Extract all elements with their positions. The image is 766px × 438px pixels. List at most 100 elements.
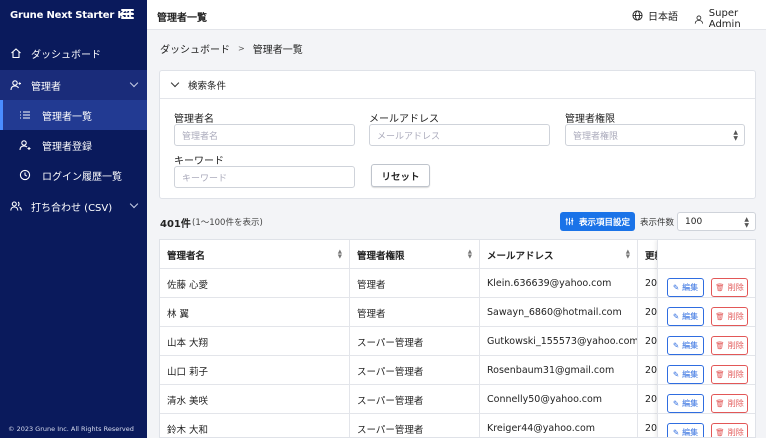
trash-icon: 🗑	[715, 283, 725, 292]
cell-email: Klein.636639@yahoo.com	[487, 278, 612, 289]
delete-button[interactable]: 🗑 削除	[711, 365, 748, 384]
sliders-icon	[565, 217, 574, 226]
email-label: メールアドレス	[369, 114, 439, 125]
pencil-icon: ✎	[672, 399, 680, 408]
cell-email: Connelly50@yahoo.com	[487, 394, 603, 405]
sidebar-item-label: 打ち合わせ (CSV)	[31, 202, 113, 214]
cell-role: スーパー管理者	[357, 366, 424, 378]
copyright: © 2023 Grune Inc. All Rights Reserved	[8, 425, 134, 433]
search-panel-title: 検索条件	[188, 80, 227, 92]
result-count: 401件	[160, 219, 191, 230]
cell-email: Rosenbaum31@gmail.com	[487, 365, 615, 376]
cell-role: 管理者	[357, 279, 386, 291]
cell-email: Gutkowski_155573@yahoo.com	[487, 336, 637, 347]
sidebar-item-dashboard[interactable]: ダッシュボード	[0, 38, 147, 68]
select-arrows-icon: ▲ ▼	[744, 216, 749, 229]
cell-name: 佐藤 心愛	[167, 279, 209, 291]
page-title: 管理者一覧	[157, 13, 207, 24]
list-icon	[19, 109, 31, 121]
reset-button[interactable]: リセット	[371, 164, 430, 187]
cell-name: 山口 莉子	[167, 366, 209, 378]
column-header-updated[interactable]: 更新	[638, 240, 658, 269]
role-select-placeholder: 管理者権限	[573, 131, 619, 142]
keyword-label: キーワード	[174, 156, 224, 167]
email-input[interactable]: メールアドレス	[369, 124, 550, 146]
breadcrumb: ダッシュボード > 管理者一覧	[160, 41, 303, 56]
cell-updated: 202	[645, 423, 658, 434]
globe-icon	[632, 10, 643, 21]
display-settings-label: 表示項目設定	[578, 217, 630, 228]
chevron-down-icon	[170, 78, 180, 88]
name-label: 管理者名	[174, 114, 214, 125]
pencil-icon: ✎	[672, 341, 680, 350]
cell-name: 林 翼	[167, 308, 190, 320]
sidebar-item-label: 管理者	[31, 81, 61, 93]
role-select[interactable]: 管理者権限 ▲ ▼	[565, 124, 745, 146]
user-add-icon	[19, 139, 31, 151]
cell-updated: 202	[645, 365, 658, 376]
column-header-email[interactable]: メールアドレス ▲ ▼	[480, 240, 637, 269]
trash-icon: 🗑	[715, 428, 725, 437]
sidebar-item-admin-list[interactable]: 管理者一覧	[0, 100, 147, 130]
sidebar-item-admin-register[interactable]: 管理者登録	[0, 130, 147, 160]
column-header-name[interactable]: 管理者名 ▲ ▼	[160, 240, 349, 269]
hamburger-menu-icon[interactable]	[121, 9, 134, 19]
breadcrumb-current: 管理者一覧	[252, 45, 303, 56]
sidebar-item-admin[interactable]: 管理者	[0, 70, 147, 100]
pencil-icon: ✎	[672, 312, 680, 321]
sidebar-item-label: 管理者登録	[42, 141, 92, 153]
delete-button[interactable]: 🗑 削除	[711, 307, 748, 326]
actions-column: ✎ 編集 🗑 削除 ✎ 編集 🗑 削除 ✎ 編集 🗑 削除 ✎ 編集 🗑 削除 ✎ 編集 🗑 削除 …	[657, 240, 755, 437]
column-header-role[interactable]: 管理者権限 ▲ ▼	[350, 240, 479, 269]
edit-button[interactable]: ✎ 編集	[667, 278, 704, 297]
per-page-value: 100	[685, 216, 703, 227]
user-menu[interactable]: Super Admin	[694, 8, 766, 30]
cell-role: スーパー管理者	[357, 337, 424, 349]
edit-button[interactable]: ✎ 編集	[667, 307, 704, 326]
result-range: (1〜100件を表示)	[192, 218, 263, 228]
cell-email: Kreiger44@yahoo.com	[487, 423, 596, 434]
cell-role: 管理者	[357, 308, 386, 320]
sidebar-item-meetings-csv[interactable]: 打ち合わせ (CSV)	[0, 191, 147, 221]
home-icon	[10, 47, 22, 59]
language-switcher[interactable]: 日本語	[632, 8, 678, 23]
chevron-right-icon: >	[238, 44, 245, 53]
cell-name: 鈴木 大和	[167, 424, 209, 436]
sidebar-item-label: ダッシュボード	[31, 49, 101, 61]
edit-button[interactable]: ✎ 編集	[667, 423, 704, 437]
sidebar-item-label: ログイン履歴一覧	[42, 171, 122, 183]
user-settings-icon	[10, 79, 22, 91]
cell-updated: 202	[645, 278, 658, 289]
cell-email: Sawayn_6860@hotmail.com	[487, 307, 622, 318]
edit-button[interactable]: ✎ 編集	[667, 365, 704, 384]
cell-name: 清水 美咲	[167, 395, 209, 407]
cell-updated: 202	[645, 394, 658, 405]
edit-button[interactable]: ✎ 編集	[667, 394, 704, 413]
trash-icon: 🗑	[715, 399, 725, 408]
per-page-select[interactable]: 100 ▲ ▼	[677, 212, 756, 231]
name-input[interactable]: 管理者名	[174, 124, 355, 146]
pencil-icon: ✎	[672, 428, 680, 437]
cell-updated: 202	[645, 307, 658, 318]
clock-icon	[19, 169, 31, 181]
user-name: Super Admin	[708, 8, 741, 30]
admin-table: 管理者名 ▲▼ 管理者権限 ▲▼ メールアドレス ▲▼ 更新 佐藤 心愛 管理者…	[159, 239, 756, 438]
keyword-input[interactable]: キーワード	[174, 166, 355, 188]
per-page-label: 表示件数	[640, 218, 675, 228]
trash-icon: 🗑	[715, 341, 725, 350]
search-panel-header[interactable]: 検索条件	[160, 71, 755, 99]
display-settings-button[interactable]: 表示項目設定	[560, 212, 635, 231]
sidebar: Grune Next Starter Kit ダッシュボード 管理者 管理者一覧…	[0, 0, 147, 438]
delete-button[interactable]: 🗑 削除	[711, 336, 748, 355]
sidebar-item-label: 管理者一覧	[42, 111, 92, 123]
pencil-icon: ✎	[672, 370, 680, 379]
chevron-down-icon	[129, 199, 139, 209]
edit-button[interactable]: ✎ 編集	[667, 336, 704, 355]
delete-button[interactable]: 🗑 削除	[711, 278, 748, 297]
breadcrumb-dashboard[interactable]: ダッシュボード	[160, 41, 230, 56]
delete-button[interactable]: 🗑 削除	[711, 423, 748, 437]
sort-icon: ▲ ▼	[337, 249, 342, 260]
delete-button[interactable]: 🗑 削除	[711, 394, 748, 413]
chevron-down-icon	[129, 78, 139, 88]
sidebar-item-login-history[interactable]: ログイン履歴一覧	[0, 160, 147, 190]
